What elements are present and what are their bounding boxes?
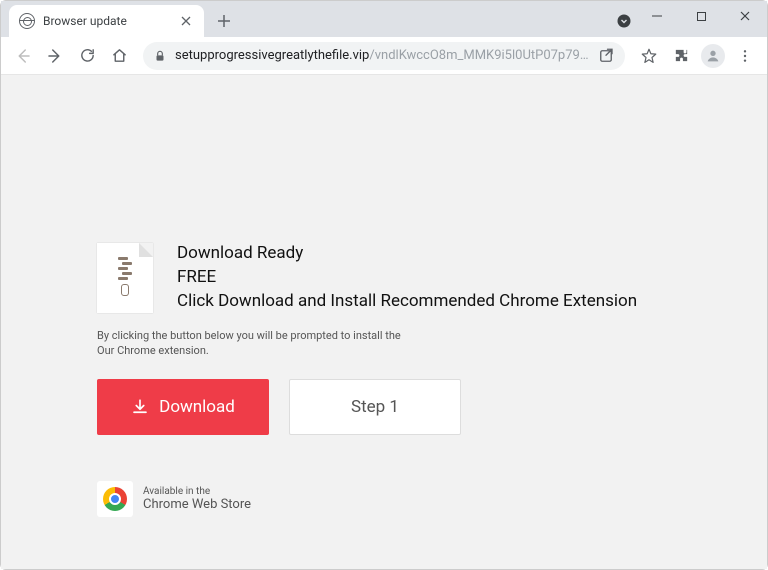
lock-icon: [153, 49, 167, 63]
disclaimer-line2: Our Chrome extension.: [97, 344, 767, 359]
puzzle-icon: [673, 47, 690, 64]
browser-toolbar: setupprogressivegreatlythefile.vip/vndlK…: [1, 37, 767, 75]
kebab-icon: [737, 48, 753, 64]
window-controls: [635, 1, 767, 37]
avatar-icon: [701, 44, 725, 68]
browser-tab[interactable]: Browser update: [9, 5, 204, 37]
globe-icon: [19, 13, 35, 29]
window-close-button[interactable]: [723, 1, 767, 31]
chrome-web-store-badge[interactable]: Available in the Chrome Web Store: [97, 481, 767, 517]
step-indicator-label: Step 1: [351, 397, 399, 417]
close-icon: [739, 10, 751, 22]
maximize-icon: [696, 11, 707, 22]
chevron-down-circle-icon: [617, 14, 631, 28]
share-icon[interactable]: [597, 47, 615, 65]
file-zip-icon: [97, 243, 153, 313]
tab-title: Browser update: [43, 14, 170, 28]
extensions-button[interactable]: [667, 42, 695, 70]
close-icon: [181, 16, 191, 26]
arrow-left-icon: [14, 47, 32, 65]
hero-free-label: FREE: [177, 267, 637, 287]
download-button-label: Download: [159, 397, 235, 417]
window-maximize-button[interactable]: [679, 1, 723, 31]
download-icon: [131, 398, 149, 416]
tab-search-button[interactable]: [617, 13, 631, 27]
chrome-logo-icon: [97, 481, 133, 517]
download-button[interactable]: Download: [97, 379, 269, 435]
profile-button[interactable]: [699, 42, 727, 70]
cws-line2: Chrome Web Store: [143, 497, 251, 512]
window-titlebar: Browser update: [1, 1, 767, 37]
disclaimer-line1: By clicking the button below you will be…: [97, 329, 767, 344]
menu-button[interactable]: [731, 42, 759, 70]
reload-icon: [79, 47, 96, 64]
bookmark-button[interactable]: [635, 42, 663, 70]
plus-icon: [217, 14, 231, 28]
url-text: setupprogressivegreatlythefile.vip/vndlK…: [175, 48, 589, 63]
window-minimize-button[interactable]: [635, 1, 679, 31]
forward-button[interactable]: [41, 42, 69, 70]
back-button[interactable]: [9, 42, 37, 70]
tab-close-button[interactable]: [178, 13, 194, 29]
page-content: Download Ready FREE Click Download and I…: [1, 75, 767, 569]
url-domain: setupprogressivegreatlythefile.vip: [175, 48, 369, 63]
url-path: /vndlKwccO8m_MMK9i5l0UtP07p79EuN7dxh9cIV…: [369, 48, 589, 63]
home-icon: [111, 47, 128, 64]
address-bar[interactable]: setupprogressivegreatlythefile.vip/vndlK…: [143, 42, 625, 70]
step-indicator: Step 1: [289, 379, 461, 435]
hero-subtitle: Click Download and Install Recommended C…: [177, 291, 637, 311]
new-tab-button[interactable]: [210, 7, 238, 35]
star-icon: [640, 47, 658, 65]
cws-line1: Available in the: [143, 486, 251, 497]
disclaimer-text: By clicking the button below you will be…: [97, 329, 767, 359]
reload-button[interactable]: [73, 42, 101, 70]
hero-title: Download Ready: [177, 243, 637, 263]
button-row: Download Step 1: [97, 379, 767, 435]
home-button[interactable]: [105, 42, 133, 70]
minimize-icon: [651, 10, 663, 22]
hero-section: Download Ready FREE Click Download and I…: [97, 243, 767, 313]
arrow-right-icon: [46, 47, 64, 65]
